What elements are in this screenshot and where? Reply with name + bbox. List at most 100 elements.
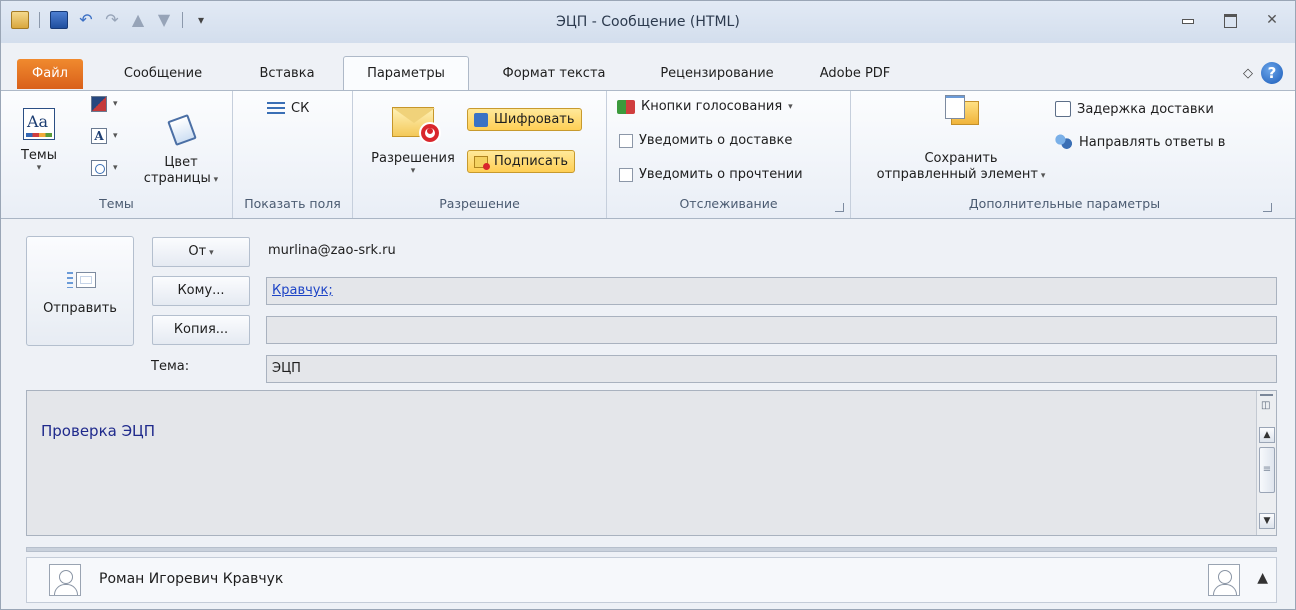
tab-format-text[interactable]: Формат текста (481, 59, 627, 89)
direct-replies-button[interactable]: Направлять ответы в (1055, 134, 1225, 150)
dropdown-arrow-icon: ▾ (788, 101, 793, 112)
dropdown-arrow-icon: ▾ (210, 175, 219, 185)
tab-adobe-pdf[interactable]: Adobe PDF (807, 59, 903, 89)
group-label-more-options: Дополнительные параметры (968, 196, 1161, 211)
subject-field[interactable]: ЭЦП (266, 355, 1277, 383)
themes-button[interactable]: Темы ▾ (19, 108, 59, 173)
ruler-toggle-icon[interactable]: ◫ (1261, 400, 1273, 412)
from-button[interactable]: От ▾ (152, 237, 250, 267)
message-header: Отправить От ▾ murlina@zao-srk.ru Кому..… (1, 219, 1295, 387)
sign-icon (474, 155, 490, 170)
subject-label: Тема: (151, 359, 190, 374)
group-themes: Темы ▾ ▾ A▾ ▾ Цвет страницы ▾ Темы (1, 91, 233, 218)
themes-icon (23, 108, 55, 140)
direct-replies-label: Направлять ответы в (1079, 134, 1226, 150)
delivery-checkbox-box[interactable] (619, 133, 633, 148)
minimize-icon[interactable] (1181, 13, 1195, 27)
page-color-label-2: страницы (143, 171, 211, 186)
cc-button[interactable]: Копия... (152, 315, 250, 345)
scroll-down-icon[interactable]: ▼ (1259, 513, 1275, 529)
body-text: Проверка ЭЦП (41, 422, 155, 440)
read-label: Уведомить о прочтении (639, 167, 803, 182)
close-icon[interactable]: ✕ (1265, 13, 1279, 27)
tab-review[interactable]: Рецензирование (639, 59, 795, 89)
send-button[interactable]: Отправить (26, 236, 134, 346)
contact-name[interactable]: Роман Игоревич Кравчук (99, 571, 283, 587)
avatar[interactable] (49, 564, 81, 596)
page-color-button[interactable]: Цвет страницы ▾ (135, 113, 227, 188)
expand-people-pane-icon[interactable]: ▲ (1257, 570, 1268, 586)
encrypt-label: Шифровать (494, 112, 575, 127)
read-receipt-checkbox[interactable]: Уведомить о прочтении (619, 167, 803, 182)
dropdown-arrow-icon: ▾ (206, 248, 214, 258)
voting-icon (617, 99, 635, 114)
dropdown-arrow-icon: ▾ (410, 166, 416, 176)
theme-colors-button[interactable]: ▾ (91, 96, 118, 112)
group-tracking: Кнопки голосования ▾ Уведомить о доставк… (607, 91, 851, 218)
message-body[interactable]: Проверка ЭЦП ◫ ▲ ≡ ▼ (26, 390, 1277, 536)
read-checkbox-box[interactable] (619, 167, 633, 182)
permission-button[interactable]: Разрешения ▾ (365, 107, 461, 176)
help-icon[interactable]: ? (1261, 62, 1283, 84)
from-label: От (188, 244, 207, 259)
themes-label: Темы (20, 148, 57, 163)
collapse-ribbon-icon[interactable]: ◇ (1243, 66, 1253, 81)
theme-fonts-icon: A (91, 128, 107, 144)
group-show-fields: СК Показать поля (233, 91, 353, 218)
scroll-up-icon[interactable]: ▲ (1259, 427, 1275, 443)
tab-message[interactable]: Сообщение (111, 59, 215, 89)
scrollbar-split-icon[interactable] (1260, 394, 1273, 396)
send-label: Отправить (43, 301, 117, 316)
avatar[interactable] (1208, 564, 1240, 596)
theme-effects-button[interactable]: ▾ (91, 160, 118, 176)
from-address: murlina@zao-srk.ru (268, 243, 396, 258)
people-pane: Роман Игоревич Кравчук ▲ (26, 557, 1277, 603)
save-sent-label: Сохранить (924, 151, 998, 166)
page-color-label: Цвет (164, 155, 198, 170)
bcc-label: СК (291, 101, 310, 116)
maximize-icon[interactable] (1223, 13, 1237, 28)
to-button[interactable]: Кому... (152, 276, 250, 306)
ribbon-right-controls: ◇ ? (1243, 62, 1283, 84)
voting-buttons-button[interactable]: Кнопки голосования ▾ (617, 99, 793, 114)
delivery-label: Уведомить о доставке (639, 133, 793, 148)
tracking-launcher-icon[interactable] (835, 203, 844, 212)
bcc-icon (267, 101, 285, 116)
ribbon: Темы ▾ ▾ A▾ ▾ Цвет страницы ▾ Темы (1, 90, 1295, 219)
save-sent-label-2: отправленный элемент (876, 167, 1038, 182)
window-title: ЭЦП - Сообщение (HTML) (556, 14, 740, 30)
tab-options[interactable]: Параметры (343, 56, 469, 90)
theme-fonts-button[interactable]: A ▾ (91, 128, 118, 144)
sign-label: Подписать (494, 154, 569, 169)
vertical-scrollbar[interactable]: ◫ ▲ ≡ ▼ (1256, 391, 1276, 535)
send-icon (67, 270, 96, 290)
permission-label: Разрешения (371, 151, 455, 166)
themes-dropdown-icon: ▾ (36, 163, 42, 173)
more-options-launcher-icon[interactable] (1263, 203, 1272, 212)
scroll-thumb[interactable]: ≡ (1259, 447, 1275, 493)
delay-delivery-button[interactable]: Задержка доставки (1055, 101, 1214, 117)
pane-splitter[interactable] (26, 547, 1277, 552)
save-sent-item-button[interactable]: Сохранить отправленный элемент ▾ (855, 95, 1067, 184)
dropdown-arrow-icon: ▾ (113, 163, 118, 173)
voting-label: Кнопки голосования (641, 99, 783, 114)
tab-file[interactable]: Файл (17, 59, 83, 89)
group-more-options: Сохранить отправленный элемент ▾ Задержк… (851, 91, 1278, 218)
theme-effects-icon (91, 160, 107, 176)
tab-insert[interactable]: Вставка (245, 59, 329, 89)
ribbon-tabs: Файл Сообщение Вставка Параметры Формат … (1, 56, 1295, 90)
permission-envelope-icon (392, 107, 441, 144)
theme-colors-icon (91, 96, 107, 112)
group-label-tracking: Отслеживание (679, 196, 778, 211)
encrypt-button[interactable]: Шифровать (467, 108, 582, 131)
sign-button[interactable]: Подписать (467, 150, 576, 173)
encrypt-icon (474, 112, 488, 127)
to-field[interactable]: Кравчук; (266, 277, 1277, 305)
window-controls: ✕ (1181, 13, 1279, 28)
dropdown-arrow-icon: ▾ (1038, 171, 1046, 181)
bcc-button[interactable]: СК (267, 101, 309, 116)
to-recipient[interactable]: Кравчук; (272, 283, 333, 298)
cc-field[interactable] (266, 316, 1277, 344)
dropdown-arrow-icon: ▾ (113, 99, 118, 109)
delivery-receipt-checkbox[interactable]: Уведомить о доставке (619, 133, 792, 148)
